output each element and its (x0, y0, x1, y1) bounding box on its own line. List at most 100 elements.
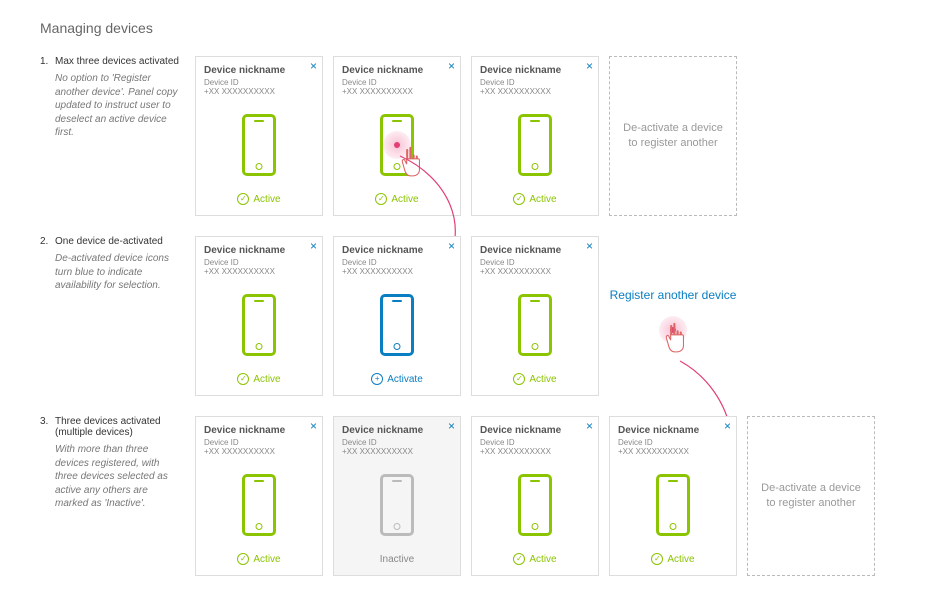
close-icon[interactable]: × (586, 419, 593, 433)
device-card: × Device nickname Device ID +XX XXXXXXXX… (195, 416, 323, 576)
device-id-label: Device ID (204, 258, 314, 267)
device-nickname: Device nickname (480, 245, 590, 256)
device-card: × Device nickname Device ID +XX XXXXXXXX… (333, 56, 461, 216)
device-card: × Device nickname Device ID +XX XXXXXXXX… (471, 236, 599, 396)
close-icon[interactable]: × (310, 59, 317, 73)
device-id-label: Device ID (204, 78, 314, 87)
device-nickname: Device nickname (204, 65, 314, 76)
phone-icon (518, 474, 552, 536)
scenario-2-title: One device de-activated (55, 236, 180, 247)
status-active: ✓ Active (480, 373, 590, 387)
phone-icon (518, 294, 552, 356)
device-id-value: +XX XXXXXXXXXX (618, 447, 728, 456)
check-icon: ✓ (651, 553, 663, 565)
device-id-label: Device ID (204, 438, 314, 447)
status-label: Active (253, 554, 280, 565)
check-icon: ✓ (375, 193, 387, 205)
scenario-3-num: 3. (40, 416, 55, 438)
status-label: Activate (387, 374, 423, 385)
device-id-value: +XX XXXXXXXXXX (342, 267, 452, 276)
status-active: ✓ Active (204, 373, 314, 387)
plus-icon: + (371, 373, 383, 385)
check-icon: ✓ (237, 373, 249, 385)
status-label: Active (391, 194, 418, 205)
device-card: × Device nickname Device ID +XX XXXXXXXX… (471, 416, 599, 576)
scenario-1: 1. Max three devices activated No option… (40, 56, 900, 216)
status-label: Active (529, 194, 556, 205)
device-nickname: Device nickname (342, 425, 452, 436)
close-icon[interactable]: × (448, 239, 455, 253)
close-icon[interactable]: × (310, 419, 317, 433)
register-link[interactable]: Register another device (610, 288, 737, 304)
device-nickname: Device nickname (618, 425, 728, 436)
scenario-1-title: Max three devices activated (55, 56, 180, 67)
device-id-value: +XX XXXXXXXXXX (480, 87, 590, 96)
device-card: × Device nickname Device ID +XX XXXXXXXX… (333, 236, 461, 396)
status-label: Active (529, 554, 556, 565)
device-nickname: Device nickname (480, 65, 590, 76)
status-label: Active (253, 374, 280, 385)
device-card: × Device nickname Device ID +XX XXXXXXXX… (471, 56, 599, 216)
device-id-value: +XX XXXXXXXXXX (342, 87, 452, 96)
device-id-value: +XX XXXXXXXXXX (204, 87, 314, 96)
device-id-label: Device ID (618, 438, 728, 447)
scenario-3-desc: 3. Three devices activated (multiple dev… (40, 416, 195, 576)
scenario-3: 3. Three devices activated (multiple dev… (40, 416, 900, 576)
device-nickname: Device nickname (342, 245, 452, 256)
page-title: Managing devices (40, 20, 900, 36)
phone-icon (518, 114, 552, 176)
device-nickname: Device nickname (480, 425, 590, 436)
status-label: Active (253, 194, 280, 205)
status-active: ✓ Active (204, 193, 314, 207)
device-id-label: Device ID (480, 438, 590, 447)
scenario-2-desc: 2. One device de-activated De-activated … (40, 236, 195, 396)
scenario-1-note: No option to 'Register another device'. … (40, 72, 180, 140)
tap-indicator-icon (659, 316, 687, 344)
device-card: × Device nickname Device ID +XX XXXXXXXX… (609, 416, 737, 576)
close-icon[interactable]: × (310, 239, 317, 253)
device-id-label: Device ID (480, 258, 590, 267)
status-active: ✓ Active (480, 193, 590, 207)
device-id-value: +XX XXXXXXXXXX (204, 447, 314, 456)
scenario-1-num: 1. (40, 56, 55, 67)
deactivate-placeholder: De-activate a device to register another (609, 56, 737, 216)
device-id-label: Device ID (342, 438, 452, 447)
close-icon[interactable]: × (586, 239, 593, 253)
phone-icon (656, 474, 690, 536)
close-icon[interactable]: × (448, 59, 455, 73)
phone-icon (380, 474, 414, 536)
check-icon: ✓ (513, 553, 525, 565)
close-icon[interactable]: × (724, 419, 731, 433)
check-icon: ✓ (513, 373, 525, 385)
device-card: × Device nickname Device ID +XX XXXXXXXX… (195, 56, 323, 216)
scenario-2: 2. One device de-activated De-activated … (40, 236, 900, 396)
close-icon[interactable]: × (448, 419, 455, 433)
device-id-value: +XX XXXXXXXXXX (204, 267, 314, 276)
status-label: Active (667, 554, 694, 565)
register-another-panel[interactable]: Register another device (609, 236, 737, 396)
scenario-1-desc: 1. Max three devices activated No option… (40, 56, 195, 216)
device-nickname: Device nickname (342, 65, 452, 76)
close-icon[interactable]: × (586, 59, 593, 73)
device-id-value: +XX XXXXXXXXXX (480, 447, 590, 456)
scenario-3-title: Three devices activated (multiple device… (55, 416, 180, 438)
status-label: Inactive (380, 554, 414, 565)
device-id-label: Device ID (480, 78, 590, 87)
status-activate[interactable]: + Activate (342, 373, 452, 387)
scenario-3-note: With more than three devices registered,… (40, 443, 180, 511)
check-icon: ✓ (237, 193, 249, 205)
device-nickname: Device nickname (204, 245, 314, 256)
device-id-label: Device ID (342, 78, 452, 87)
device-id-label: Device ID (342, 258, 452, 267)
status-inactive: Inactive (342, 554, 452, 567)
status-active: ✓ Active (342, 193, 452, 207)
check-icon: ✓ (513, 193, 525, 205)
phone-icon (242, 474, 276, 536)
check-icon: ✓ (237, 553, 249, 565)
deactivate-placeholder: De-activate a device to register another (747, 416, 875, 576)
device-card-inactive: × Device nickname Device ID +XX XXXXXXXX… (333, 416, 461, 576)
device-card: × Device nickname Device ID +XX XXXXXXXX… (195, 236, 323, 396)
device-id-value: +XX XXXXXXXXXX (342, 447, 452, 456)
phone-icon (242, 294, 276, 356)
phone-icon (380, 294, 414, 356)
